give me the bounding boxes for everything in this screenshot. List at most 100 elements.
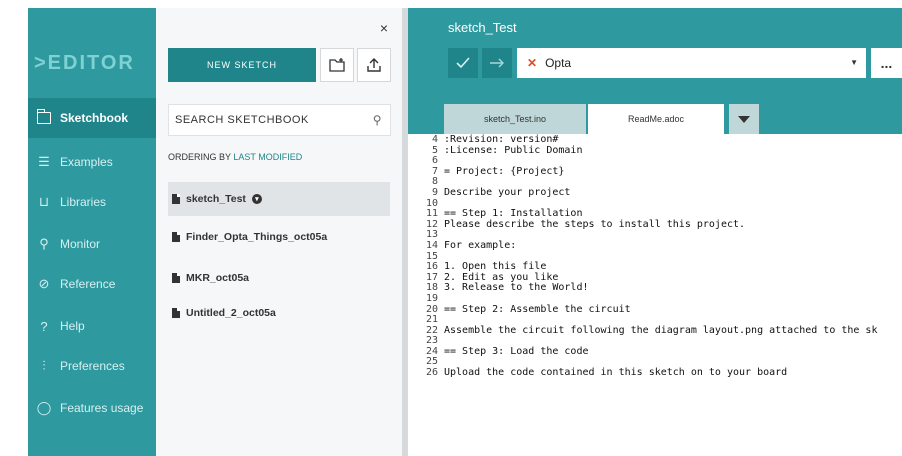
code-line[interactable]: 22 Assemble the circuit following the dia… xyxy=(408,324,902,337)
sidebar-item-label: Sketchbook xyxy=(60,111,129,125)
ordering-label: ORDERING BY LAST MODIFIED xyxy=(168,152,302,162)
upload-button[interactable] xyxy=(482,48,512,78)
sidebar-item-label: Reference xyxy=(60,277,116,291)
ordering-prefix: ORDERING BY xyxy=(168,152,231,162)
line-number: 5 xyxy=(431,144,438,156)
line-number: 26 xyxy=(425,367,438,379)
code-line[interactable]: 4 :Revision: version# xyxy=(408,134,902,146)
line-number: 19 xyxy=(425,292,438,304)
sketch-name: sketch_Test xyxy=(186,193,246,205)
sketch-item-mkr[interactable]: MKR_oct05a xyxy=(168,261,390,295)
sidebar-item-label: Features usage xyxy=(60,401,144,415)
code-line[interactable]: 12 Please describe the steps to install t… xyxy=(408,218,902,231)
code-line[interactable]: 5 :License: Public Domain xyxy=(408,144,902,157)
sidebar-item-examples[interactable]: ☰ Examples xyxy=(28,142,156,182)
sketch-name: Finder_Opta_Things_oct05a xyxy=(186,231,328,243)
preferences-icon: ⫶ xyxy=(42,358,46,373)
line-text: = Project: {Project} xyxy=(444,165,565,177)
tab-menu-button[interactable] xyxy=(729,104,759,134)
page-margin-top xyxy=(0,0,902,8)
sidebar-item-label: Preferences xyxy=(60,359,125,373)
sidebar-item-label: Help xyxy=(60,319,85,333)
new-folder-icon xyxy=(329,58,345,72)
new-sketch-button[interactable]: NEW SKETCH xyxy=(168,48,316,82)
code-line[interactable]: 20 == Step 2: Assemble the circuit xyxy=(408,303,902,316)
sketchbook-icon xyxy=(36,109,52,126)
sketch-item-untitled-2[interactable]: Untitled_2_oct05a xyxy=(168,296,390,330)
sketch-name: MKR_oct05a xyxy=(186,272,250,284)
line-number: 4 xyxy=(431,134,438,145)
line-number: 6 xyxy=(431,155,438,167)
page-margin-left xyxy=(0,0,28,456)
file-icon xyxy=(172,308,180,318)
code-line[interactable]: 19 xyxy=(408,292,902,305)
sketch-name: Untitled_2_oct05a xyxy=(186,307,276,319)
features-usage-icon: ◯ xyxy=(36,400,52,415)
tab-readme-adoc[interactable]: ReadMe.adoc xyxy=(588,104,724,134)
search-icon[interactable]: ⚲ xyxy=(373,113,382,127)
line-text: :Revision: version# xyxy=(444,134,559,145)
file-tabs: sketch_Test.ino ReadMe.adoc xyxy=(408,104,902,134)
verify-button[interactable] xyxy=(448,48,478,78)
line-number: 8 xyxy=(431,176,438,188)
sidebar-item-libraries[interactable]: ⊔ Libraries xyxy=(28,182,156,222)
line-number: 7 xyxy=(431,165,438,177)
examples-icon: ☰ xyxy=(38,154,50,169)
chevron-down-icon: ▼ xyxy=(850,58,858,67)
arrow-right-icon xyxy=(490,58,504,68)
reference-icon: ⊘ xyxy=(38,276,50,291)
sidebar-item-features-usage[interactable]: ◯ Features usage xyxy=(28,388,156,428)
search-placeholder: SEARCH SKETCHBOOK xyxy=(175,114,309,126)
board-disconnected-icon: ✕ xyxy=(527,56,538,70)
check-icon xyxy=(456,57,470,69)
line-text: Please describe the steps to install thi… xyxy=(444,218,746,230)
sidebar-item-reference[interactable]: ⊘ Reference xyxy=(28,264,156,304)
sketch-title: sketch_Test xyxy=(448,20,517,35)
upload-icon xyxy=(367,58,381,72)
line-text: Assemble the circuit following the diagr… xyxy=(444,324,878,336)
board-name: Opta xyxy=(545,56,572,70)
triangle-down-icon xyxy=(738,115,750,123)
sidebar: >EDITOR Sketchbook ☰ Examples ⊔ Librarie… xyxy=(28,8,162,456)
sidebar-item-label: Libraries xyxy=(60,195,107,209)
file-icon xyxy=(172,232,180,242)
sidebar-item-preferences[interactable]: ⫶ Preferences xyxy=(28,346,156,386)
code-line[interactable]: 14 For example: xyxy=(408,239,902,252)
sidebar-item-help[interactable]: ? Help xyxy=(28,306,156,346)
code-line[interactable]: 24 == Step 3: Load the code xyxy=(408,345,902,358)
line-text: 3. Release to the World! xyxy=(444,282,589,294)
line-text: For example: xyxy=(444,239,517,251)
upload-sketch-button[interactable] xyxy=(357,48,391,82)
tab-sketch-ino[interactable]: sketch_Test.ino xyxy=(444,104,586,134)
sidebar-item-monitor[interactable]: ⚲ Monitor xyxy=(28,224,156,264)
file-icon xyxy=(172,194,180,204)
line-text: :License: Public Domain xyxy=(444,144,583,156)
line-text: Describe your project xyxy=(444,186,571,198)
more-options-button[interactable]: ... xyxy=(871,48,902,78)
sketchbook-panel: × NEW SKETCH SEARCH SKETCHBOOK ⚲ ORDERIN… xyxy=(156,8,402,456)
code-line[interactable]: 26 Upload the code contained in this sket… xyxy=(408,367,902,379)
code-line[interactable]: 7 = Project: {Project} xyxy=(408,165,902,178)
line-number: 9 xyxy=(431,186,438,198)
line-text: == Step 3: Load the code xyxy=(444,345,589,357)
sketch-item-sketch-test[interactable]: sketch_Test ▾ xyxy=(168,182,390,216)
line-text: == Step 2: Assemble the circuit xyxy=(444,303,631,315)
file-icon xyxy=(172,273,180,283)
chevron-down-icon[interactable]: ▾ xyxy=(251,194,262,204)
help-icon: ? xyxy=(40,318,48,334)
line-number: 14 xyxy=(425,239,438,251)
monitor-icon: ⚲ xyxy=(39,236,49,251)
sidebar-item-label: Monitor xyxy=(60,237,101,251)
sidebar-item-sketchbook[interactable]: Sketchbook xyxy=(28,98,162,138)
ordering-value-link[interactable]: LAST MODIFIED xyxy=(233,152,302,162)
sketch-item-finder-opta[interactable]: Finder_Opta_Things_oct05a xyxy=(168,220,390,254)
search-sketchbook-input[interactable]: SEARCH SKETCHBOOK ⚲ xyxy=(168,104,391,136)
close-icon[interactable]: × xyxy=(380,20,388,36)
sidebar-item-label: Examples xyxy=(60,155,113,169)
code-editor[interactable]: 4 :Revision: version# 5 :License: Public Do… xyxy=(408,134,902,456)
board-selector[interactable]: ✕ Opta ▼ xyxy=(517,48,866,78)
new-folder-button[interactable] xyxy=(320,48,354,82)
code-line[interactable]: 9 Describe your project xyxy=(408,186,902,199)
code-line[interactable]: 18 3. Release to the World! xyxy=(408,283,902,294)
editor-header: sketch_Test ✕ Opta ▼ ... xyxy=(408,8,902,104)
